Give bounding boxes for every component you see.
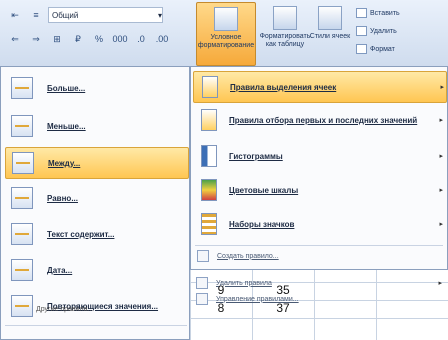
menu-item-new-rule[interactable]: Создать правило...: [193, 249, 445, 263]
number-format-value: Общий: [52, 10, 79, 20]
menu-item-label: Гистограммы: [229, 151, 283, 161]
menu-item-label: Правила отбора первых и последних значен…: [229, 115, 418, 125]
delete-button[interactable]: Удалить: [356, 26, 397, 36]
menu-item-duplicate-values[interactable]: Повторяющиеся значения...: [5, 291, 187, 321]
submenu-arrow-icon: ▸: [439, 117, 443, 124]
number-group: ⇤ ≡ Общий ▾ ⇐ ⇒ ⊞ ₽ % 000 .0 .00: [0, 0, 190, 66]
insert-button[interactable]: Вставить: [356, 8, 400, 18]
submenu-arrow-icon: ▸: [439, 221, 443, 228]
chevron-down-icon: ▾: [157, 10, 162, 20]
new-rule-icon: [197, 250, 209, 262]
menu-item-between[interactable]: Между...: [5, 147, 189, 179]
delete-icon: [356, 26, 367, 36]
format-button[interactable]: Формат: [356, 44, 395, 54]
format-label: Формат: [370, 45, 395, 53]
clear-rules-icon: [196, 277, 208, 289]
highlight-rules-submenu: Больше... Меньше... Между... Равно... Те…: [0, 66, 190, 340]
decimal-increase-icon[interactable]: .0: [132, 31, 150, 47]
less-than-icon: [11, 115, 33, 137]
cell-styles-label: Стили ячеек: [309, 33, 351, 40]
menu-item-less-than[interactable]: Меньше...: [5, 111, 187, 141]
indent-decrease-icon[interactable]: ⇤: [6, 7, 24, 23]
conditional-formatting-button[interactable]: Условное форматирование: [196, 2, 256, 66]
align-left-icon[interactable]: ⇐: [6, 31, 24, 47]
menu-item-equal-to[interactable]: Равно...: [5, 183, 187, 213]
currency-icon[interactable]: ₽: [69, 31, 87, 47]
table-format-icon: [273, 6, 297, 30]
greater-than-icon: [11, 77, 33, 99]
format-as-table-label: Форматировать как таблицу: [259, 33, 311, 48]
menu-item-manage-rules[interactable]: Управление правилами...: [192, 292, 444, 306]
conditional-formatting-label: Условное форматирование: [197, 34, 255, 49]
color-scales-icon: [201, 179, 217, 201]
ribbon: ⇤ ≡ Общий ▾ ⇐ ⇒ ⊞ ₽ % 000 .0 .00 Условно…: [0, 0, 448, 67]
conditional-formatting-icon: [214, 7, 238, 31]
number-format-dropdown[interactable]: Общий ▾: [48, 7, 163, 23]
merge-icon[interactable]: ⊞: [48, 31, 66, 47]
menu-item-label: Между...: [48, 158, 81, 168]
insert-icon: [356, 8, 367, 18]
menu-item-highlight-cells-rules[interactable]: Правила выделения ячеек ▸: [193, 71, 447, 103]
menu-item-text-contains[interactable]: Текст содержит...: [5, 219, 187, 249]
format-as-table-button[interactable]: Форматировать как таблицу: [256, 2, 314, 64]
submenu-arrow-icon: ▸: [438, 280, 442, 287]
cell-styles-icon: [318, 6, 342, 30]
equal-to-icon: [11, 187, 33, 209]
top-bottom-icon: [201, 109, 217, 131]
align-right-icon[interactable]: ⇒: [27, 31, 45, 47]
format-icon[interactable]: ≡: [27, 7, 45, 23]
menu-item-clear-rules-visible[interactable]: Удалить правила ▸: [192, 276, 444, 290]
data-bars-icon: [201, 145, 217, 167]
format-cells-icon: [356, 44, 367, 54]
cell-styles-button[interactable]: Стили ячеек: [308, 2, 352, 64]
menu-item-icon-sets[interactable]: Наборы значков ▸: [193, 209, 445, 239]
insert-label: Вставить: [370, 9, 400, 17]
manage-rules-icon: [196, 293, 208, 305]
menu-item-label: Дата...: [47, 265, 73, 275]
menu-item-top-bottom-rules[interactable]: Правила отбора первых и последних значен…: [193, 105, 445, 135]
menu-item-label: Наборы значков: [229, 219, 295, 229]
menu-item-label: Правила выделения ячеек: [230, 82, 337, 92]
decimal-decrease-icon[interactable]: .00: [153, 31, 171, 47]
menu-item-label: Создать правило...: [217, 252, 279, 260]
menu-item-label: Удалить правила: [216, 279, 272, 287]
menu-divider: [5, 325, 187, 326]
menu-item-label: Меньше...: [47, 121, 86, 131]
menu-item-color-scales[interactable]: Цветовые шкалы ▸: [193, 175, 445, 205]
menu-item-greater-than[interactable]: Больше...: [5, 73, 187, 103]
percent-icon[interactable]: %: [90, 31, 108, 47]
menu-item-label: Больше...: [47, 83, 86, 93]
text-contains-icon: [11, 223, 33, 245]
conditional-formatting-menu: Правила выделения ячеек ▸ Правила отбора…: [190, 66, 448, 270]
date-icon: [11, 259, 33, 281]
submenu-arrow-icon: ▸: [440, 84, 444, 91]
thousands-icon[interactable]: 000: [111, 31, 129, 47]
more-rules-link[interactable]: Другие правила...: [36, 306, 93, 313]
highlight-cells-icon: [202, 76, 218, 98]
menu-item-label: Равно...: [47, 193, 78, 203]
menu-item-label: Управление правилами...: [216, 295, 299, 303]
menu-item-data-bars[interactable]: Гистограммы ▸: [193, 141, 445, 171]
between-icon: [12, 152, 34, 174]
duplicate-values-icon: [11, 295, 33, 317]
menu-item-label: Текст содержит...: [47, 229, 115, 239]
menu-divider: [195, 245, 443, 246]
menu-item-label: Цветовые шкалы: [229, 185, 299, 195]
submenu-arrow-icon: ▸: [439, 153, 443, 160]
menu-item-date[interactable]: Дата...: [5, 255, 187, 285]
icon-sets-icon: [201, 213, 217, 235]
submenu-arrow-icon: ▸: [439, 187, 443, 194]
delete-label: Удалить: [370, 27, 397, 35]
